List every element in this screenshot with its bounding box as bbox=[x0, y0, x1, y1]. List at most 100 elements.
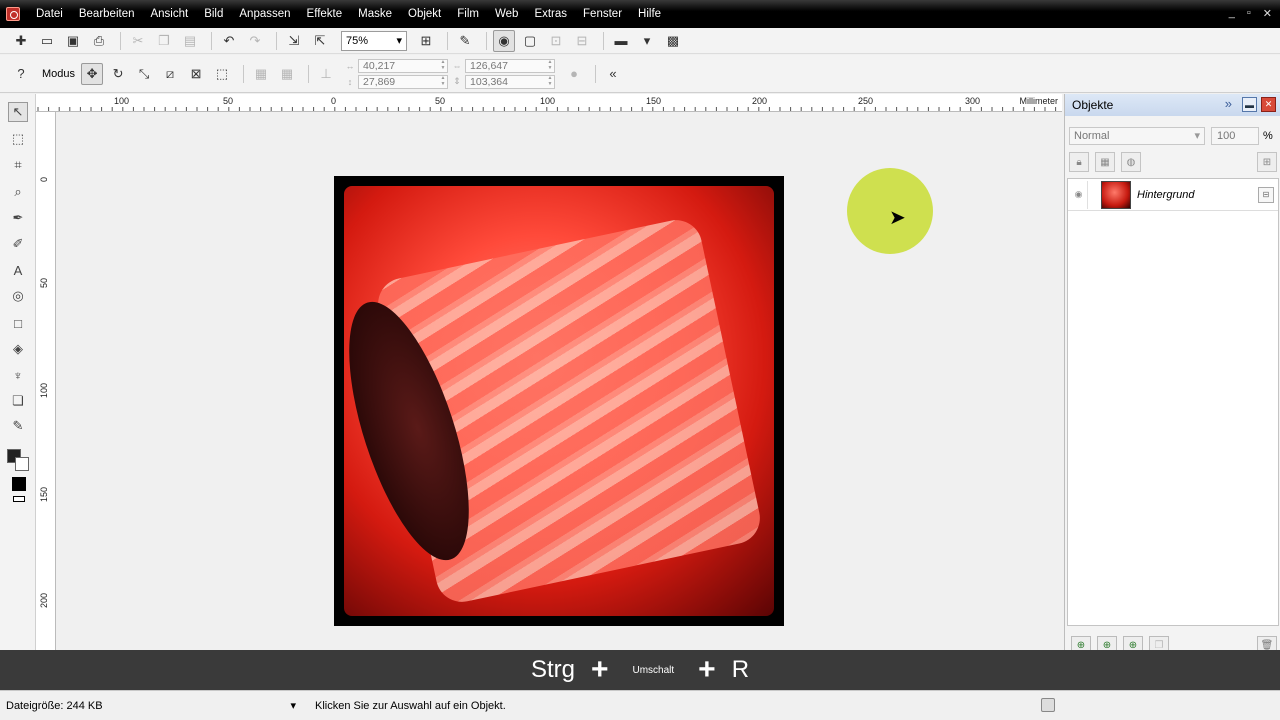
menu-effekte[interactable]: Effekte bbox=[299, 0, 351, 28]
panel-header: Objekte » ▬ ✕ bbox=[1065, 94, 1280, 116]
visibility-eye-icon[interactable]: ◉ bbox=[1070, 180, 1088, 209]
retouch-tool-icon[interactable]: ✐ bbox=[8, 234, 28, 254]
toolbox: ↖ ⬚ ⌗ ⌕ ✒ ✐ A ◎ □ ◈ ♆ ❏ ✎ bbox=[0, 94, 36, 650]
zoom-select[interactable]: 75% ▾ bbox=[341, 30, 407, 51]
menu-ansicht[interactable]: Ansicht bbox=[142, 0, 196, 28]
distribute-icon[interactable]: ▦ bbox=[276, 63, 298, 85]
status-bar: Dateigröße: 244 KB Klicken Sie zur Auswa… bbox=[0, 690, 1280, 720]
menu-web[interactable]: Web bbox=[487, 0, 526, 28]
status-view-icon[interactable] bbox=[1041, 698, 1055, 712]
layer-row[interactable]: ◉ Hintergrund ⊟ bbox=[1068, 179, 1278, 211]
background-color[interactable] bbox=[15, 457, 29, 471]
toolbar-separator bbox=[243, 64, 245, 83]
color-swatches[interactable] bbox=[7, 449, 31, 473]
export-icon[interactable]: ⇱ bbox=[309, 30, 331, 52]
blend-mode-select[interactable]: Normal bbox=[1069, 127, 1205, 145]
scale-mode-icon[interactable]: ⤡ bbox=[133, 63, 155, 85]
crop-tool-icon[interactable]: ⌗ bbox=[8, 155, 28, 175]
menu-fenster[interactable]: Fenster bbox=[575, 0, 630, 28]
reset-colors-icon[interactable] bbox=[13, 496, 25, 502]
move-mode-icon[interactable]: ✥ bbox=[81, 62, 104, 85]
lock-transparency-icon[interactable]: ▦ bbox=[1095, 152, 1115, 172]
redo-icon[interactable]: ↷ bbox=[244, 30, 266, 52]
lock-all-icon[interactable]: ◍ bbox=[1121, 152, 1141, 172]
align-icon[interactable]: ▦ bbox=[250, 63, 272, 85]
open-folder-icon[interactable]: ▭ bbox=[36, 30, 58, 52]
screen-mode-icon[interactable]: ▢ bbox=[519, 30, 541, 52]
y-position-field[interactable]: 27,869 bbox=[358, 74, 449, 89]
guides-icon[interactable]: ⊟ bbox=[571, 30, 593, 52]
x-position-field[interactable]: 40,217 bbox=[358, 58, 449, 73]
fill-color-swatch[interactable] bbox=[12, 477, 26, 491]
height-field[interactable]: 103,364 bbox=[465, 74, 556, 89]
position-fields: ↔ 40,217 ↕ 27,869 bbox=[345, 58, 449, 89]
close-button[interactable]: ✕ bbox=[1263, 7, 1272, 20]
perspective-mode-icon[interactable]: ⬚ bbox=[211, 63, 233, 85]
red-eye-tool-icon[interactable]: ◎ bbox=[8, 286, 28, 306]
brush-settings-icon[interactable]: ✎ bbox=[454, 30, 476, 52]
opacity-field[interactable]: 100 bbox=[1211, 127, 1259, 145]
paint-tool-icon[interactable]: ♆ bbox=[8, 365, 28, 385]
cut-icon[interactable]: ✂ bbox=[127, 30, 149, 52]
lock-ratio-icon[interactable]: ● bbox=[563, 63, 585, 85]
shortcut-plus: + bbox=[590, 653, 609, 686]
image-canvas[interactable] bbox=[334, 176, 784, 626]
eyedropper-tool-icon[interactable]: ✒ bbox=[8, 208, 28, 228]
menu-bild[interactable]: Bild bbox=[196, 0, 231, 28]
skew-mode-icon[interactable]: ⧄ bbox=[159, 63, 181, 85]
lock-icon[interactable]: 🔒︎ bbox=[1069, 152, 1089, 172]
undo-icon[interactable]: ↶ bbox=[218, 30, 240, 52]
toolbar-separator bbox=[447, 31, 448, 50]
expand-icon[interactable]: » bbox=[1225, 96, 1232, 111]
help-tips-icon[interactable]: ? bbox=[10, 63, 32, 85]
image-view-icon[interactable]: ▩ bbox=[662, 30, 684, 52]
menu-film[interactable]: Film bbox=[449, 0, 487, 28]
grid-icon[interactable]: ⊡ bbox=[545, 30, 567, 52]
toolbar-separator bbox=[595, 64, 597, 83]
object-properties-icon[interactable]: ⊞ bbox=[1257, 152, 1277, 172]
menu-bar: Datei Bearbeiten Ansicht Bild Anpassen E… bbox=[0, 0, 1280, 28]
menu-bearbeiten[interactable]: Bearbeiten bbox=[71, 0, 143, 28]
zoom-tool-icon[interactable]: ⌕ bbox=[8, 182, 28, 202]
file-size-status[interactable]: Dateigröße: 244 KB bbox=[6, 699, 296, 712]
save-icon[interactable]: ▣ bbox=[62, 30, 84, 52]
view-eye-icon[interactable]: ◉ bbox=[493, 29, 515, 52]
brush-mask-tool-icon[interactable]: ✎ bbox=[8, 416, 28, 436]
copy-icon[interactable]: ❐ bbox=[153, 30, 175, 52]
pick-tool-icon[interactable]: ↖ bbox=[8, 102, 28, 122]
canvas-area[interactable]: ➤ bbox=[57, 113, 1063, 650]
layer-name: Hintergrund bbox=[1137, 188, 1195, 201]
width-field[interactable]: 126,647 bbox=[465, 58, 556, 73]
menu-objekt[interactable]: Objekt bbox=[400, 0, 449, 28]
shape-tool-icon[interactable]: □ bbox=[8, 313, 28, 333]
import-icon[interactable]: ⇲ bbox=[283, 30, 305, 52]
ruler-tick-label: 150 bbox=[39, 486, 49, 502]
print-icon[interactable]: ⎙ bbox=[88, 30, 110, 52]
rotate-mode-icon[interactable]: ↻ bbox=[107, 63, 129, 85]
marquee-tool-icon[interactable]: ⬚ bbox=[8, 129, 28, 149]
x-position-icon: ↔ bbox=[345, 60, 355, 71]
layer-options-icon[interactable]: ⊟ bbox=[1258, 187, 1274, 203]
maximize-button[interactable]: ▫ bbox=[1247, 7, 1251, 20]
monitor-icon[interactable]: ▬ bbox=[610, 30, 632, 52]
menu-datei[interactable]: Datei bbox=[28, 0, 71, 28]
dropdown-arrow-icon[interactable]: ▾ bbox=[636, 30, 658, 52]
distort-mode-icon[interactable]: ⊠ bbox=[185, 63, 207, 85]
panel-minimize-button[interactable]: ▬ bbox=[1242, 97, 1257, 112]
minimize-button[interactable]: _ bbox=[1229, 7, 1235, 20]
collapse-bar-icon[interactable]: « bbox=[602, 63, 624, 85]
paste-icon[interactable]: ▤ bbox=[179, 30, 201, 52]
anchor-point-icon[interactable]: ⊥ bbox=[315, 63, 337, 85]
fit-to-window-icon[interactable]: ⊞ bbox=[415, 30, 437, 52]
panel-close-button[interactable]: ✕ bbox=[1261, 97, 1276, 112]
menu-extras[interactable]: Extras bbox=[526, 0, 575, 28]
mouse-pointer-icon: ➤ bbox=[889, 207, 906, 229]
fill-tool-icon[interactable]: ◈ bbox=[8, 339, 28, 359]
menu-anpassen[interactable]: Anpassen bbox=[231, 0, 298, 28]
text-tool-icon[interactable]: A bbox=[8, 260, 28, 280]
new-file-icon[interactable]: ✚ bbox=[10, 30, 32, 52]
menu-maske[interactable]: Maske bbox=[350, 0, 400, 28]
objects-panel: Objekte » ▬ ✕ Normal 100 % 🔒︎ ▦ ◍ ⊞ ◉ Hi… bbox=[1064, 94, 1280, 654]
menu-hilfe[interactable]: Hilfe bbox=[630, 0, 669, 28]
clone-tool-icon[interactable]: ❏ bbox=[8, 391, 28, 411]
